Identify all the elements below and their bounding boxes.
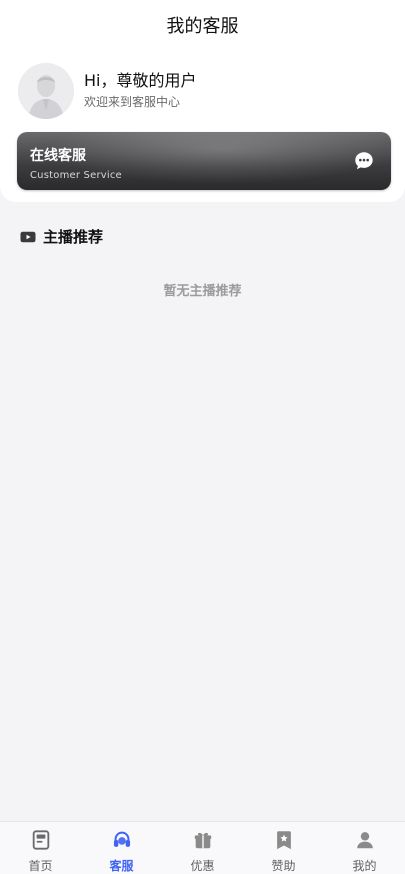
tab-label: 优惠 xyxy=(190,859,215,873)
tab-sponsor[interactable]: 赞助 xyxy=(243,822,324,874)
online-service-button[interactable]: 在线客服 Customer Service xyxy=(17,132,391,190)
tab-home[interactable]: 首页 xyxy=(0,822,81,874)
tab-label: 赞助 xyxy=(271,859,296,873)
tab-label: 首页 xyxy=(28,859,53,873)
user-icon xyxy=(356,832,373,849)
tab-customer-service[interactable]: 客服 xyxy=(81,822,162,874)
greeting-subtitle: 欢迎来到客服中心 xyxy=(84,95,181,109)
bookmark-star-icon xyxy=(276,831,291,850)
avatar[interactable] xyxy=(18,63,74,119)
service-subtitle: Customer Service xyxy=(30,170,122,181)
home-icon xyxy=(32,830,49,850)
profile-card: 我的客服 Hi，尊敬的用户 欢迎来到客服中心 在线客服 Customer Ser… xyxy=(0,0,405,202)
user-avatar-icon xyxy=(18,63,74,119)
tab-mine[interactable]: 我的 xyxy=(324,822,405,874)
service-title: 在线客服 xyxy=(30,148,86,164)
chat-bubble-icon xyxy=(355,152,373,170)
tab-label: 客服 xyxy=(109,859,134,873)
section-header: 主播推荐 xyxy=(19,226,103,247)
video-play-icon xyxy=(20,231,36,242)
page-title: 我的客服 xyxy=(166,16,239,37)
greeting-text: Hi，尊敬的用户 xyxy=(84,71,197,90)
headset-icon xyxy=(113,831,130,847)
section-title: 主播推荐 xyxy=(43,228,104,246)
empty-state-text: 暂无主播推荐 xyxy=(163,284,242,299)
tab-offers[interactable]: 优惠 xyxy=(162,822,243,874)
customer-service-page: 我的客服 Hi，尊敬的用户 欢迎来到客服中心 在线客服 Customer Ser… xyxy=(0,0,405,874)
bottom-tab-bar: 首页 客服 优惠 赞助 我的 xyxy=(0,821,405,874)
tab-label: 我的 xyxy=(352,859,377,873)
gift-icon xyxy=(194,832,211,849)
